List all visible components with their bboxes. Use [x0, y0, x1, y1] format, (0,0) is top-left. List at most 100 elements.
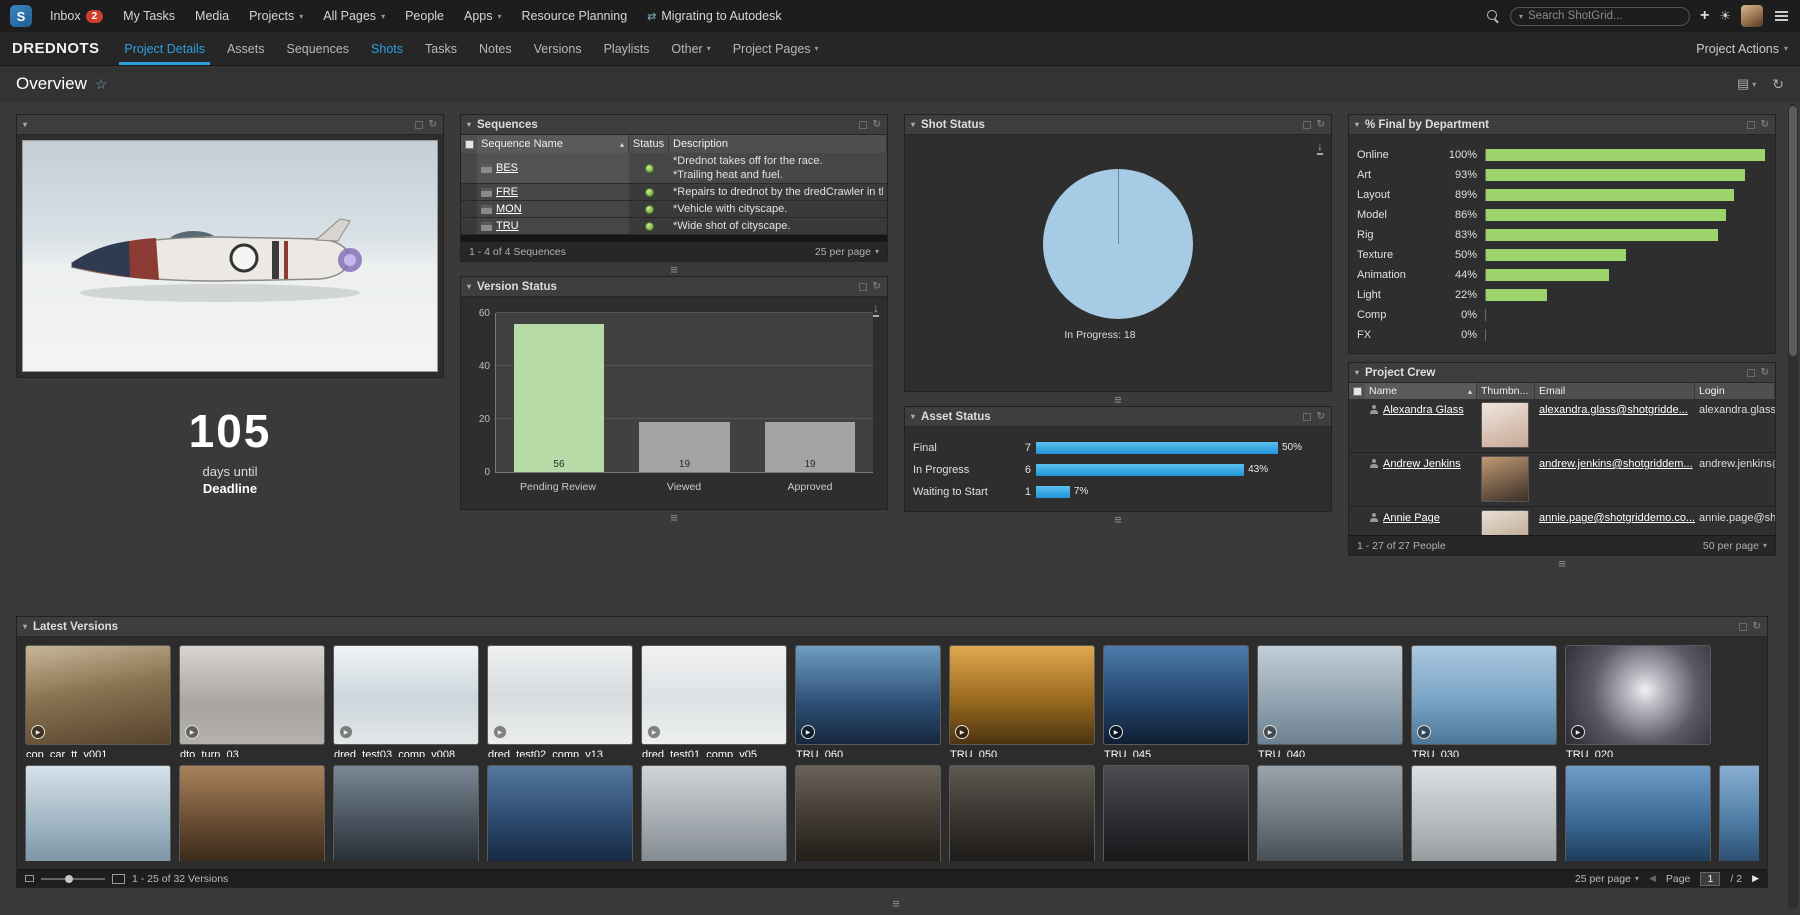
table-row[interactable]: FRE*Repairs to drednot by the dredCrawle… [461, 184, 887, 201]
play-icon[interactable]: ▶ [185, 725, 199, 739]
search-icon[interactable] [1487, 10, 1500, 23]
table-row[interactable]: BES*Drednot takes off for the race.*Trai… [461, 153, 887, 184]
version-thumbnail[interactable]: ▶ [641, 645, 787, 745]
nav-item-resource-planning[interactable]: Resource Planning [512, 0, 638, 32]
per-page-select[interactable]: 50 per page▾ [1703, 540, 1767, 552]
refresh-icon[interactable]: ↻ [1761, 119, 1769, 130]
table-row[interactable]: Annie Pageannie.page@shotgriddemo.co...a… [1349, 507, 1775, 535]
thumb-size-large-icon[interactable] [112, 874, 125, 884]
download-icon[interactable]: ↓ [873, 302, 879, 317]
nav-item-migrating-to-autodesk[interactable]: ⇄Migrating to Autodesk [637, 0, 791, 32]
thumbnail-zoom-slider[interactable] [41, 878, 105, 880]
refresh-icon[interactable]: ↻ [1761, 367, 1769, 378]
person-photo[interactable] [1481, 402, 1529, 448]
play-icon[interactable]: ▶ [955, 725, 969, 739]
thumb-size-small-icon[interactable] [25, 875, 34, 882]
email-link[interactable]: andrew.jenkins@shotgriddem... [1539, 458, 1693, 470]
refresh-icon[interactable]: ↻ [1753, 621, 1761, 632]
play-icon[interactable]: ▶ [647, 725, 661, 739]
version-thumbnail[interactable]: ▶ [487, 645, 633, 745]
panel-drag-handle[interactable]: ≡ [460, 262, 888, 276]
panel-drag-handle[interactable]: ≡ [1348, 556, 1776, 570]
tab-notes[interactable]: Notes [468, 32, 523, 65]
menu-icon[interactable] [1773, 9, 1790, 23]
version-thumbnail[interactable] [333, 765, 479, 861]
table-row[interactable]: Alexandra Glass alexandra.glass@shotgridd… [1349, 399, 1775, 453]
table-row[interactable]: TRU*Wide shot of cityscape. [461, 218, 887, 235]
page-drag-handle[interactable]: ≡ [16, 896, 1776, 910]
tab-sequences[interactable]: Sequences [275, 32, 360, 65]
panel-drag-handle[interactable]: ≡ [904, 512, 1332, 526]
refresh-icon[interactable]: ↻ [429, 119, 437, 130]
prev-page-icon[interactable]: ◀ [1649, 873, 1656, 884]
collapse-icon[interactable]: ▾ [1355, 120, 1359, 129]
popout-icon[interactable] [859, 283, 867, 291]
version-thumbnail[interactable] [1719, 765, 1759, 861]
version-thumbnail[interactable]: ▶ [949, 645, 1095, 745]
popout-icon[interactable] [1747, 369, 1755, 377]
version-link[interactable]: TRU_020 [1565, 749, 1711, 757]
per-page-select[interactable]: 25 per page▾ [1575, 873, 1639, 885]
version-thumbnail[interactable]: ▶ [1103, 645, 1249, 745]
version-link[interactable]: dto_turn_03 [179, 749, 325, 757]
refresh-icon[interactable]: ↻ [1317, 119, 1325, 130]
column-header-status[interactable]: Status [629, 135, 669, 153]
email-link[interactable]: annie.page@shotgriddemo.co... [1539, 512, 1695, 524]
version-thumbnail[interactable] [1565, 765, 1711, 861]
person-photo[interactable] [1481, 510, 1529, 535]
nav-item-my-tasks[interactable]: My Tasks [113, 0, 185, 32]
column-header-login[interactable]: Login [1695, 383, 1775, 399]
version-link[interactable]: dred_test01_comp_v05 [641, 749, 787, 757]
version-thumbnail[interactable] [949, 765, 1095, 861]
person-link[interactable]: Alexandra Glass [1383, 404, 1464, 416]
tab-playlists[interactable]: Playlists [593, 32, 661, 65]
sequence-link[interactable]: MON [496, 203, 522, 215]
nav-item-inbox[interactable]: Inbox2 [40, 0, 113, 32]
refresh-icon[interactable]: ↻ [873, 281, 881, 292]
collapse-icon[interactable]: ▾ [23, 622, 27, 631]
sequence-link[interactable]: TRU [496, 220, 519, 232]
create-icon[interactable]: + [1700, 8, 1709, 24]
play-icon[interactable]: ▶ [801, 725, 815, 739]
download-icon[interactable]: ↓ [1317, 140, 1323, 155]
user-avatar[interactable] [1741, 5, 1763, 27]
popout-icon[interactable] [415, 121, 423, 129]
next-page-icon[interactable]: ▶ [1752, 873, 1759, 884]
popout-icon[interactable] [1303, 121, 1311, 129]
collapse-icon[interactable]: ▾ [911, 412, 915, 421]
sequence-link[interactable]: FRE [496, 186, 518, 198]
email-link[interactable]: alexandra.glass@shotgridde... [1539, 404, 1688, 416]
slider-knob[interactable] [65, 875, 73, 883]
panel-drag-handle[interactable]: ≡ [904, 392, 1332, 406]
tab-other[interactable]: Other▾ [660, 32, 721, 65]
play-icon[interactable]: ▶ [1109, 725, 1123, 739]
play-icon[interactable]: ▶ [1571, 725, 1585, 739]
column-header-description[interactable]: Description [669, 135, 887, 153]
person-photo[interactable] [1481, 456, 1529, 502]
table-row[interactable]: Andrew Jenkinsandrew.jenkins@shotgriddem… [1349, 453, 1775, 507]
collapse-icon[interactable]: ▾ [23, 120, 27, 129]
nav-item-projects[interactable]: Projects▾ [239, 0, 313, 32]
column-header-thumbnail[interactable]: Thumbn... [1477, 383, 1535, 399]
collapse-icon[interactable]: ▾ [1355, 368, 1359, 377]
nav-item-people[interactable]: People [395, 0, 454, 32]
column-header-email[interactable]: Email [1535, 383, 1695, 399]
table-row[interactable]: MON*Vehicle with cityscape. [461, 201, 887, 218]
version-thumbnail[interactable] [179, 765, 325, 861]
select-all-checkbox[interactable] [465, 140, 474, 149]
page-refresh-icon[interactable]: ↻ [1772, 76, 1784, 93]
version-link[interactable]: TRU_060 [795, 749, 941, 757]
version-thumbnail[interactable] [641, 765, 787, 861]
collapse-icon[interactable]: ▾ [911, 120, 915, 129]
version-link[interactable]: dred_test03_comp_v008 [333, 749, 479, 757]
version-link[interactable]: dred_test02_comp_v13 [487, 749, 633, 757]
search-input[interactable] [1528, 10, 1682, 22]
scrollbar-thumb[interactable] [1789, 106, 1797, 356]
collapse-icon[interactable]: ▾ [467, 282, 471, 291]
theme-icon[interactable]: ☀ [1719, 8, 1731, 24]
tab-versions[interactable]: Versions [523, 32, 593, 65]
shotgrid-logo[interactable]: S [10, 5, 32, 27]
collapse-icon[interactable]: ▾ [467, 120, 471, 129]
version-link[interactable]: TRU_040 [1257, 749, 1403, 757]
page-layout-icon[interactable]: ▤▾ [1737, 76, 1756, 92]
